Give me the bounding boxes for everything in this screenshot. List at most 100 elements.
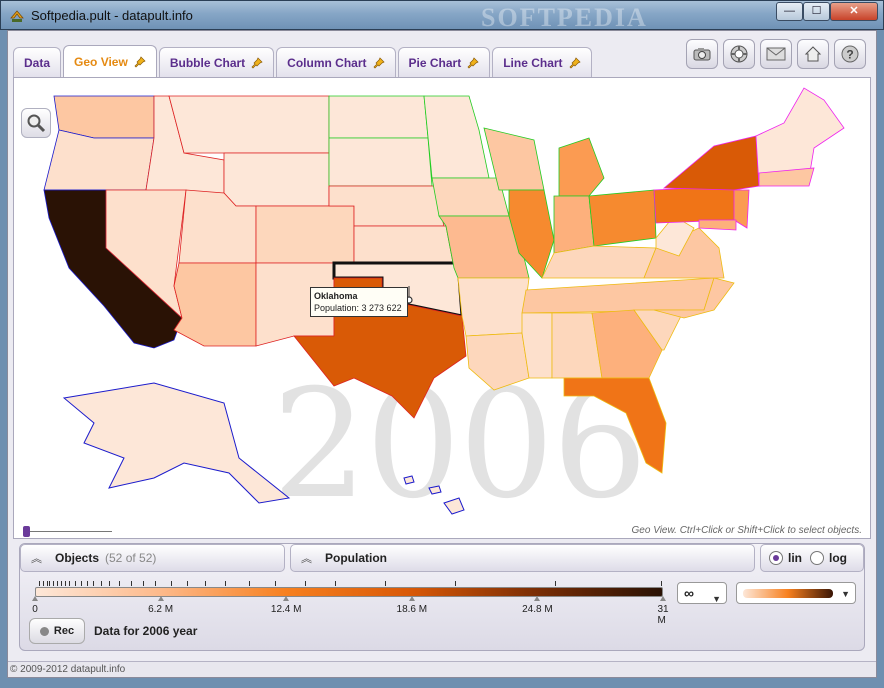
value-rug-tick [43,581,44,586]
tab-bubble-chart[interactable]: Bubble Chart [158,47,275,77]
value-rug-tick [109,581,110,586]
value-rug-tick [305,581,306,586]
state-alaska[interactable] [62,382,291,504]
value-rug-tick [131,581,132,586]
mail-icon [766,47,786,61]
data-year-label: Data for 2006 year [94,624,198,638]
value-rug-tick [87,581,88,586]
pin-icon[interactable] [134,55,146,68]
value-rug-tick [47,581,48,586]
scale-tick-marker [157,596,164,601]
support-button[interactable] [723,39,755,69]
value-rug-tick [81,581,82,586]
pin-icon[interactable] [467,56,479,69]
state-north-dakota[interactable] [328,95,429,139]
state-wyoming[interactable] [223,152,330,207]
record-button[interactable]: Rec [29,618,85,644]
value-rug-tick [143,581,144,586]
value-rug-tick [661,581,662,586]
close-button[interactable]: ✕ [830,2,878,21]
state-oregon[interactable] [43,129,155,191]
help-button[interactable]: ? [834,39,866,69]
state-new-york[interactable] [662,135,760,191]
state-pennsylvania[interactable] [653,185,737,224]
chevron-down-icon[interactable]: ▼ [712,589,721,609]
state-michigan[interactable] [558,137,605,197]
color-gradient-bar [35,587,663,597]
value-rug-tick [385,581,386,586]
title-bar: Softpedia.pult - datapult.info SOFTPEDIA… [0,0,884,32]
watermark-text: SOFTPEDIA [481,3,648,32]
value-rug-tick [101,581,102,586]
state-colorado[interactable] [255,205,355,264]
zoom-slider-track[interactable] [26,531,112,532]
state-indiana[interactable] [553,195,595,254]
tab-data[interactable]: Data [13,47,62,77]
geo-view-hint: Geo View. Ctrl+Click or Shift+Click to s… [631,525,862,536]
value-rug-tick [155,581,156,586]
pin-icon[interactable] [373,56,385,69]
range-selector[interactable]: ∞ ▼ [677,582,727,604]
state-minnesota[interactable] [423,95,490,179]
minimize-button[interactable]: — [776,2,803,21]
indicator-label: Population [325,551,387,565]
tab-geo-view[interactable]: Geo View [63,45,157,77]
value-rug-tick [225,581,226,586]
value-rug-tick [455,581,456,586]
state-arizona[interactable] [173,262,257,347]
state-florida[interactable] [563,377,667,474]
palette-selector[interactable]: ▼ [736,582,856,604]
pin-icon[interactable] [251,56,263,69]
control-panel: ︽ Objects (52 of 52) ︽ Population lin lo… [19,543,865,651]
home-button[interactable] [797,39,829,69]
tab-label: Pie Chart [408,55,462,70]
state-washington[interactable] [53,95,155,139]
objects-header[interactable]: ︽ Objects (52 of 52) [20,544,285,572]
zoom-slider[interactable]: x1 x8 [22,526,116,538]
value-rug-tick [61,581,62,586]
state-maryland[interactable] [698,219,737,231]
state-ohio[interactable] [588,189,657,247]
scale-tick-label: 24.8 M [522,604,553,615]
tab-label: Column Chart [287,55,367,70]
value-rug-tick [69,581,70,586]
scale-tick-marker [32,596,38,601]
value-rug-tick [57,581,58,586]
state-louisiana[interactable] [465,332,530,391]
us-map [43,87,845,515]
camera-icon [693,48,711,61]
tab-line-chart[interactable]: Line Chart [492,47,592,77]
value-rug-tick [275,581,276,586]
state-hawaii[interactable] [403,475,465,515]
state-south-dakota[interactable] [328,137,433,187]
state-tooltip: Oklahoma Population: 3 273 622 [310,287,408,317]
zoom-slider-handle[interactable] [23,526,30,537]
zoom-button[interactable] [21,108,51,138]
state-montana[interactable] [168,95,330,154]
tab-column-chart[interactable]: Column Chart [276,47,396,77]
tooltip-state-name: Oklahoma [314,291,358,301]
snapshot-button[interactable] [686,39,718,69]
lifebuoy-icon [730,45,748,63]
scale-type-selector: lin log [760,544,864,572]
value-rug-tick [53,581,54,586]
log-radio[interactable] [810,551,824,565]
chevron-down-icon[interactable]: ▼ [841,589,850,599]
scale-tick-marker [660,596,666,601]
lin-label: lin [788,551,802,565]
tooltip-population: Population: 3 273 622 [314,303,402,313]
window-title: Softpedia.pult - datapult.info [31,8,193,23]
objects-label: Objects [55,551,100,565]
lin-radio[interactable] [769,551,783,565]
value-rug-tick [75,581,76,586]
geo-map-panel: 2006 Oklahoma Population: 3 273 622 Geo … [13,77,871,539]
tab-pie-chart[interactable]: Pie Chart [397,47,491,77]
pin-icon[interactable] [569,56,581,69]
chevron-up-icon[interactable]: ︽ [31,550,43,566]
state-tennessee[interactable] [521,277,715,314]
indicator-header[interactable]: ︽ Population [290,544,755,572]
maximize-button[interactable]: ☐ [803,2,830,21]
email-button[interactable] [760,39,792,69]
chevron-up-icon[interactable]: ︽ [301,550,313,566]
state-arkansas[interactable] [457,277,530,337]
